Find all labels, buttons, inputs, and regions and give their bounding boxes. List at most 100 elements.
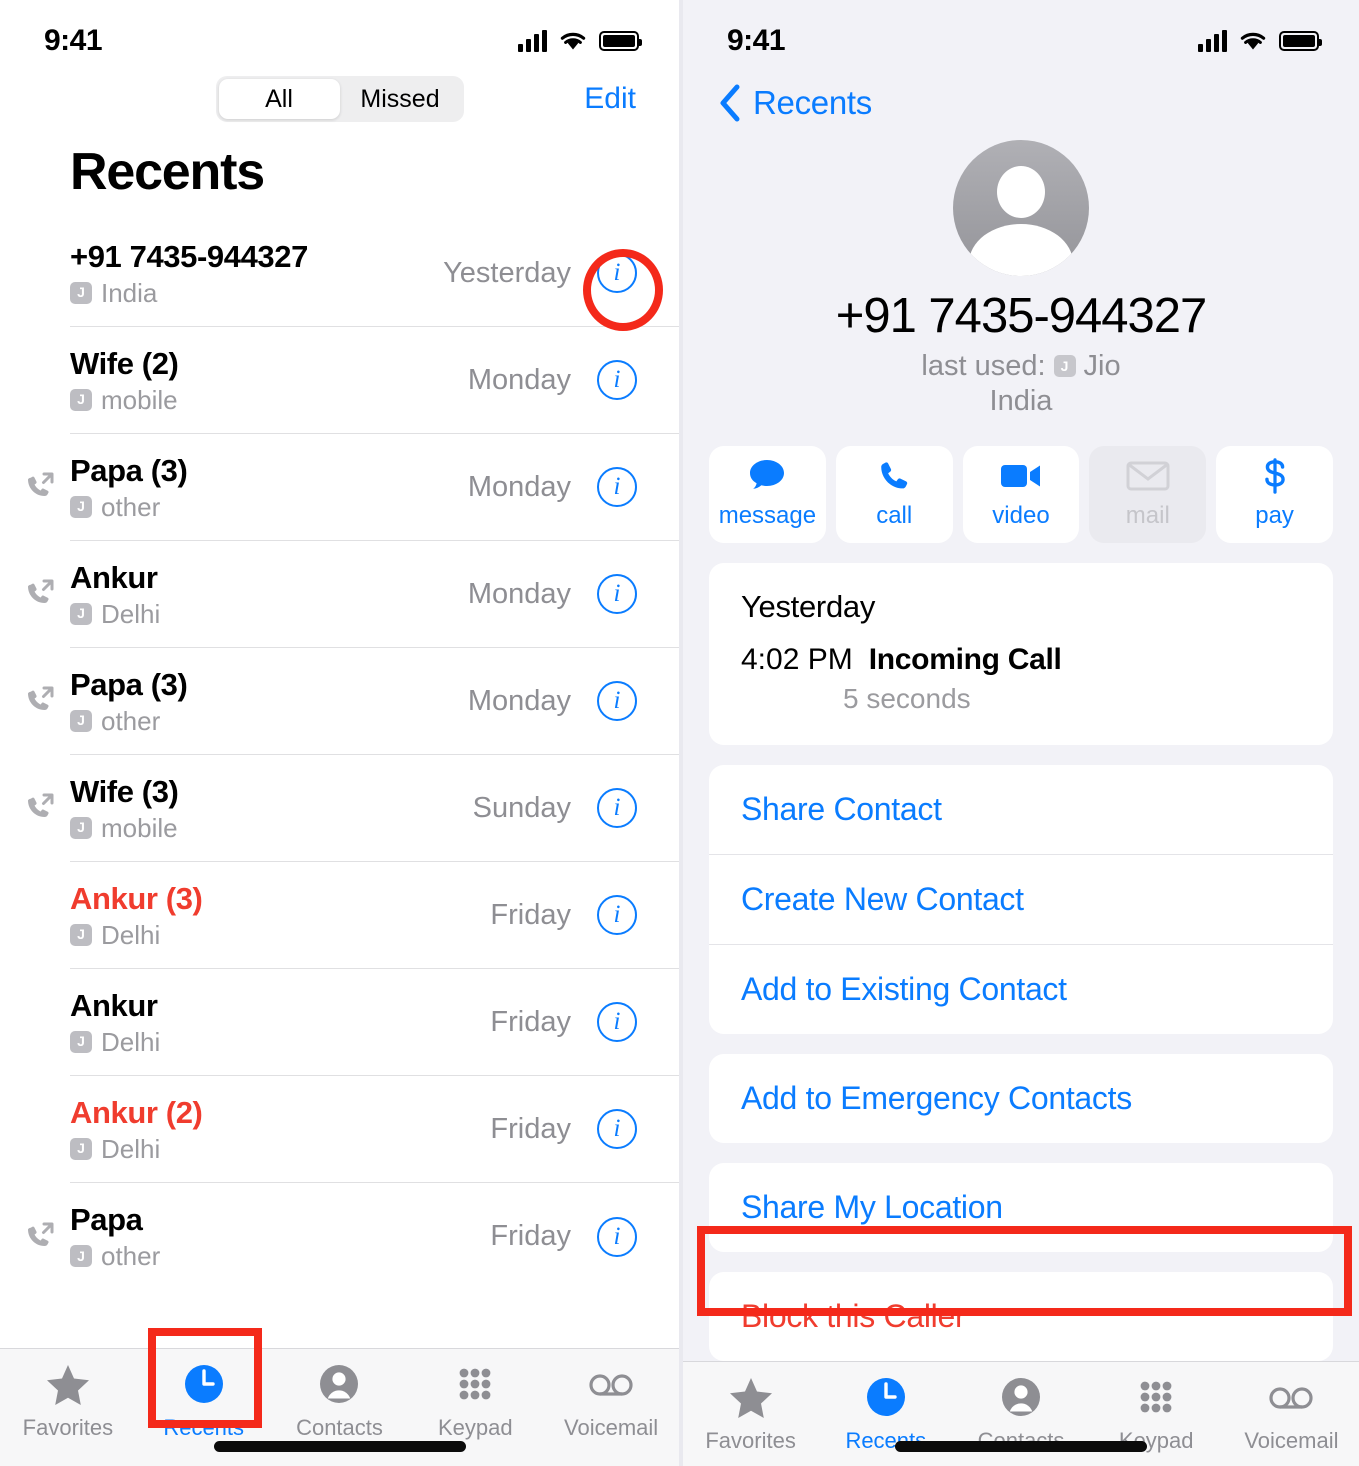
- call-label: mobile: [101, 384, 178, 415]
- dollar-sign-icon: [1253, 458, 1297, 495]
- recents-filter-row: All Missed Edit: [0, 68, 679, 130]
- call-info-button[interactable]: i: [597, 681, 637, 721]
- action-button-call[interactable]: call: [835, 445, 953, 543]
- sim-badge: J: [70, 281, 92, 304]
- cellular-bars-icon: [518, 30, 547, 52]
- call-row[interactable]: Ankur (3) J Delhi Friday i: [70, 862, 679, 969]
- tab-label: Recents: [163, 1415, 245, 1440]
- edit-button[interactable]: Edit: [584, 82, 636, 116]
- call-detail-type: Incoming Call: [868, 642, 1062, 676]
- call-time: Friday: [490, 1112, 571, 1145]
- sim-badge: J: [70, 388, 92, 411]
- dual-screenshot-container: 9:41 All Missed Edit Recents +91 7435-94…: [0, 0, 1359, 1466]
- call-info: Ankur (2) J Delhi: [70, 1095, 490, 1164]
- wifi-icon: [1240, 32, 1266, 50]
- sim-badge: J: [70, 1245, 92, 1268]
- list-item[interactable]: Share Contact: [709, 765, 1333, 855]
- call-label: Delhi: [101, 1026, 161, 1057]
- call-info-button[interactable]: i: [597, 360, 637, 400]
- tab-keypad[interactable]: Keypad: [407, 1361, 543, 1441]
- action-button-pay[interactable]: pay: [1216, 445, 1333, 543]
- wifi-icon: [560, 32, 586, 50]
- call-info-button[interactable]: i: [597, 253, 637, 293]
- call-time: Friday: [490, 898, 571, 931]
- contact-actions-card[interactable]: Share Contact Create New Contact Add to Ex…: [709, 764, 1333, 1034]
- block-caller-card[interactable]: Block this Caller: [709, 1271, 1333, 1361]
- segment-missed[interactable]: Missed: [340, 79, 461, 119]
- voicemail-icon: [1268, 1374, 1314, 1420]
- call-info-button[interactable]: i: [597, 895, 637, 935]
- keypad-icon: [1133, 1374, 1179, 1420]
- call-info: Ankur J Delhi: [70, 560, 468, 629]
- back-to-recents-button[interactable]: Recents: [683, 68, 1359, 132]
- call-time: Yesterday: [443, 256, 571, 289]
- call-info: +91 7435-944327 J India: [70, 239, 443, 308]
- list-item[interactable]: Block this Caller: [709, 1272, 1333, 1361]
- call-name: Wife (2): [70, 345, 179, 381]
- call-row[interactable]: Ankur J Delhi Friday i: [70, 969, 679, 1076]
- list-item[interactable]: Create New Contact: [709, 855, 1333, 945]
- call-time: Monday: [467, 470, 571, 503]
- list-item[interactable]: Add to Emergency Contacts: [709, 1054, 1333, 1143]
- call-row[interactable]: Wife (2) Jmobile Monday i: [70, 327, 679, 434]
- call-time: Monday: [467, 363, 571, 396]
- battery-full-icon: [599, 31, 642, 51]
- list-item[interactable]: Add to Existing Contact: [709, 945, 1333, 1034]
- call-label: other: [101, 491, 161, 522]
- call-info-button[interactable]: i: [597, 1002, 637, 1042]
- call-subtitle: Jother: [70, 493, 468, 522]
- call-label: other: [101, 1241, 161, 1272]
- recents-segmented-control[interactable]: All Missed: [215, 76, 464, 122]
- action-label: call: [876, 502, 913, 530]
- tab-label: Voicemail: [564, 1415, 659, 1440]
- tab-voicemail[interactable]: Voicemail: [1224, 1374, 1359, 1454]
- call-info-button[interactable]: i: [597, 1216, 637, 1257]
- call-row[interactable]: +91 7435-944327 J India Yesterday i: [70, 220, 679, 327]
- call-info-button[interactable]: i: [597, 467, 637, 507]
- call-label: mobile: [101, 812, 178, 843]
- call-row[interactable]: Papa (3) Jother Monday i: [28, 434, 679, 541]
- chevron-left-icon: [717, 83, 743, 123]
- call-label: Delhi: [101, 919, 161, 950]
- list-item[interactable]: Share My Location: [709, 1163, 1333, 1252]
- action-label: pay: [1255, 502, 1294, 530]
- contact-action-buttons[interactable]: message call video mail pay: [683, 432, 1359, 543]
- status-icons: [1198, 30, 1322, 52]
- emergency-actions-card[interactable]: Add to Emergency Contacts: [709, 1053, 1333, 1143]
- call-detail-day: Yesterday: [741, 588, 876, 624]
- tab-recents[interactable]: Recents: [136, 1361, 272, 1441]
- segment-all[interactable]: All: [218, 79, 340, 119]
- call-detail-duration: 5 seconds: [843, 682, 971, 714]
- call-row[interactable]: Ankur (2) J Delhi Friday i: [70, 1076, 679, 1183]
- call-detail-time: 4:02 PM: [741, 642, 853, 676]
- call-info-button[interactable]: i: [597, 574, 637, 614]
- action-label: message: [718, 502, 817, 530]
- call-row[interactable]: Papa (3) Jother Monday i: [28, 648, 679, 755]
- call-info-button[interactable]: i: [597, 1109, 637, 1149]
- keypad-icon: [452, 1361, 498, 1407]
- outgoing-call-icon: [22, 684, 56, 718]
- call-row[interactable]: Ankur J Delhi Monday i: [28, 541, 679, 648]
- status-bar-right: 9:41: [683, 0, 1359, 68]
- tab-voicemail[interactable]: Voicemail: [543, 1361, 679, 1441]
- tab-contacts[interactable]: Contacts: [272, 1361, 408, 1441]
- last-used-prefix: last used:: [921, 349, 1046, 382]
- outgoing-call-icon: [22, 470, 56, 504]
- call-time: Monday: [467, 577, 571, 610]
- tab-favorites[interactable]: Favorites: [683, 1374, 818, 1454]
- call-row[interactable]: Wife (3) Jmobile Sunday i: [28, 755, 679, 862]
- call-subtitle: Jmobile: [70, 814, 473, 843]
- action-button-message[interactable]: message: [709, 445, 826, 543]
- recents-call-list[interactable]: +91 7435-944327 J India Yesterday i Wife (2) J…: [0, 220, 679, 1348]
- home-indicator-right: [895, 1441, 1147, 1452]
- call-subtitle: Jmobile: [70, 386, 468, 415]
- status-icons: [518, 30, 642, 52]
- tab-label: Favorites: [22, 1415, 114, 1440]
- call-info-button[interactable]: i: [597, 788, 637, 828]
- call-row[interactable]: Papa Jother Friday i: [28, 1183, 679, 1290]
- tab-favorites[interactable]: Favorites: [0, 1361, 136, 1441]
- action-button-video[interactable]: video: [962, 445, 1080, 543]
- location-actions-card[interactable]: Share My Location: [709, 1162, 1333, 1252]
- call-name: Papa (3): [70, 452, 188, 488]
- call-name: Papa (3): [70, 666, 188, 702]
